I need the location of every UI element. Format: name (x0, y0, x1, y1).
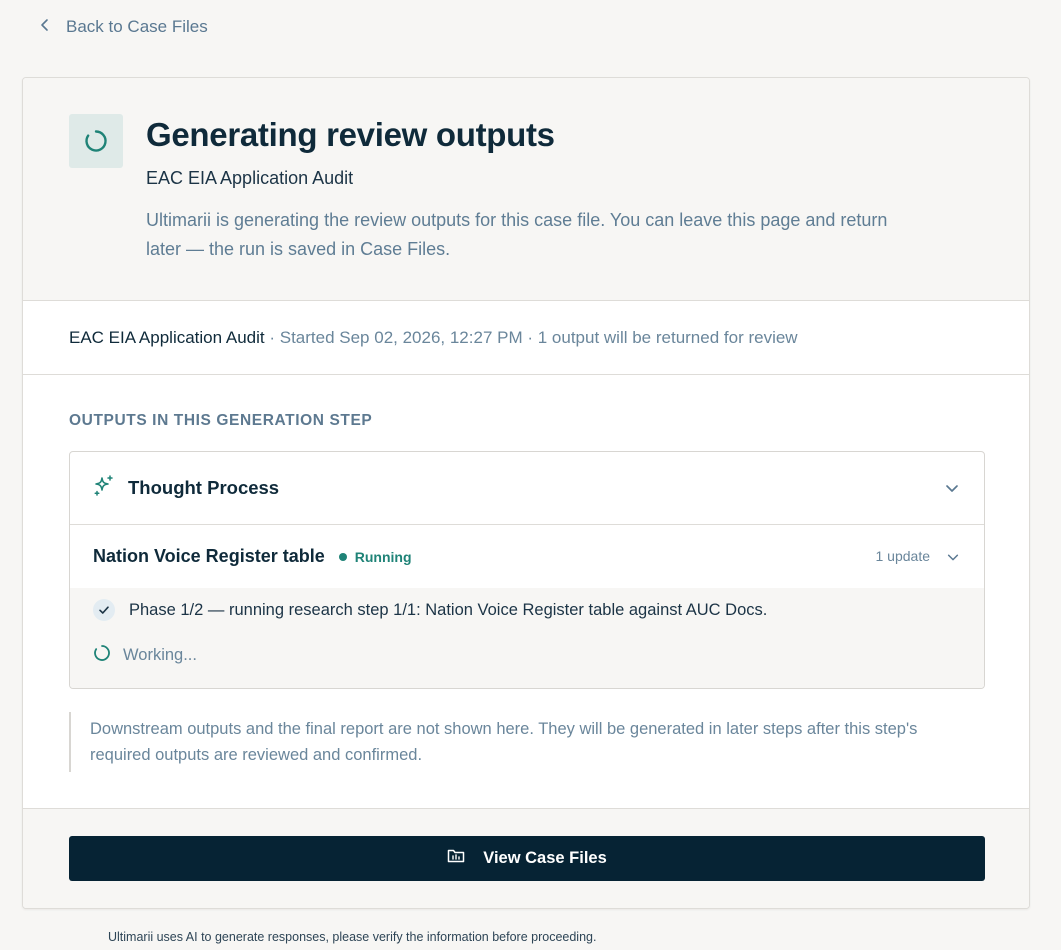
chevron-down-icon[interactable] (944, 480, 960, 501)
thought-process-header[interactable]: Thought Process (70, 452, 984, 525)
task-steps: Phase 1/2 — running research step 1/1: N… (70, 588, 984, 688)
status-badge: Running (338, 548, 412, 565)
generation-card: Generating review outputs EAC EIA Applic… (22, 77, 1030, 909)
ai-disclaimer: Ultimarii uses AI to generate responses,… (108, 930, 597, 944)
chevron-left-icon (38, 17, 52, 37)
task-name: Nation Voice Register table (93, 546, 325, 566)
folder-icon (447, 848, 483, 869)
meta-details: · Started Sep 02, 2026, 12:27 PM · 1 out… (264, 327, 798, 347)
view-case-files-button[interactable]: View Case Files (69, 836, 985, 881)
step-text: Phase 1/2 — running research step 1/1: N… (129, 600, 768, 619)
outputs-section-label: OUTPUTS IN THIS GENERATION STEP (69, 412, 373, 429)
status-label: Running (354, 548, 412, 565)
downstream-note: Downstream outputs and the final report … (69, 712, 959, 772)
update-count: 1 update (875, 548, 931, 564)
meta-case-name: EAC EIA Application Audit (69, 327, 265, 347)
hero-description: Ultimarii is generating the review outpu… (146, 210, 888, 259)
chevron-down-icon[interactable] (946, 550, 960, 569)
spinner-icon (93, 644, 123, 667)
back-to-case-files-link[interactable]: Back to Case Files (38, 17, 208, 37)
thought-process-panel: Thought Process Nation Voice Register ta… (69, 451, 985, 689)
page-title: Generating review outputs (146, 116, 555, 153)
case-file-name: EAC EIA Application Audit (146, 168, 354, 188)
step-item: Phase 1/2 — running research step 1/1: N… (93, 599, 767, 621)
thought-process-title: Thought Process (128, 477, 280, 498)
check-icon (93, 599, 115, 621)
status-dot (338, 552, 347, 561)
back-link-label: Back to Case Files (66, 17, 208, 36)
spinner-icon (69, 114, 123, 168)
view-case-files-label: View Case Files (483, 849, 607, 867)
task-row[interactable]: Nation Voice Register table Running 1 up… (70, 525, 984, 588)
sparkles-icon (92, 474, 116, 503)
working-label: Working... (123, 646, 197, 664)
actions-footer: View Case Files (23, 808, 1029, 908)
hero-section: Generating review outputs EAC EIA Applic… (23, 78, 1029, 301)
working-indicator: Working... (93, 644, 197, 667)
run-meta-row: EAC EIA Application Audit · Started Sep … (23, 301, 1029, 375)
